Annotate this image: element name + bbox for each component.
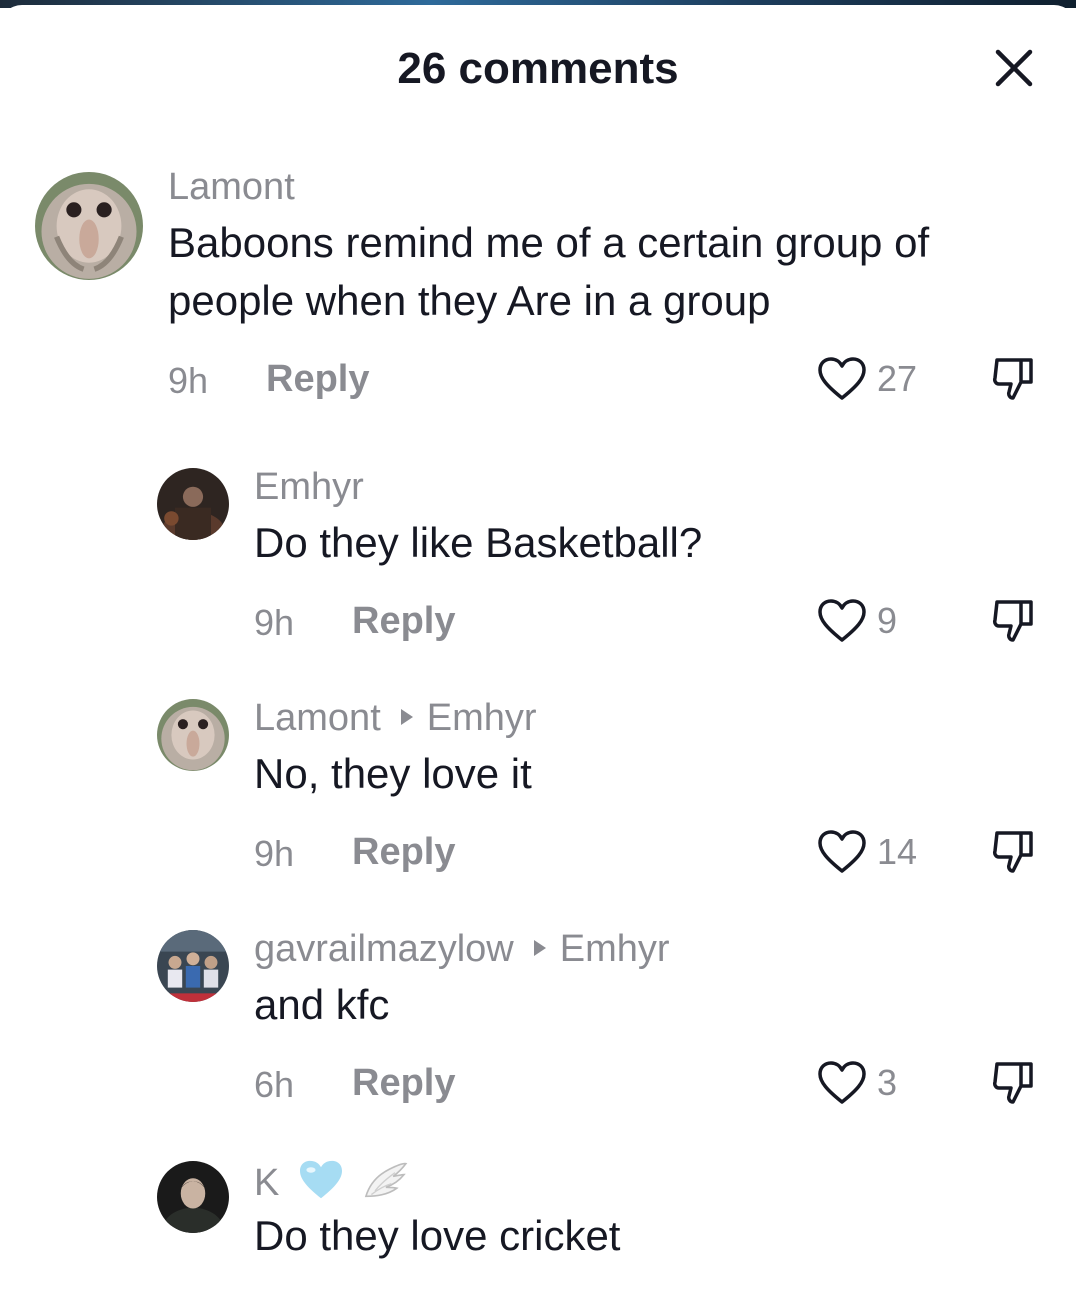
baboon-avatar-icon (157, 699, 229, 771)
comment-username[interactable]: Lamont Emhyr (254, 697, 537, 740)
comment-text: No, they love it (254, 750, 532, 797)
close-button[interactable] (988, 42, 1040, 94)
username-text: K (254, 1162, 280, 1205)
user-avatar[interactable] (157, 699, 229, 771)
heart-like-icon[interactable] (817, 1060, 867, 1106)
username-text: Lamont (254, 697, 381, 739)
reply-arrow-icon (533, 939, 546, 956)
user-avatar[interactable] (35, 172, 143, 280)
dislike-icon[interactable] (991, 828, 1037, 876)
comments-sheet (0, 5, 1076, 1291)
reply-arrow-icon (400, 708, 413, 725)
comment-username[interactable]: gavrailmazylow Emhyr (254, 928, 670, 971)
reply-button[interactable]: Reply (352, 831, 455, 874)
comment-time: 9h (168, 360, 209, 401)
comment-username[interactable]: Lamont (168, 166, 295, 209)
comment-time: 6h (254, 1064, 295, 1105)
comment-text: Do they like Basketball? (254, 519, 703, 566)
reply-button[interactable]: Reply (352, 1062, 455, 1105)
dislike-icon[interactable] (991, 597, 1037, 645)
like-count: 9 (877, 600, 898, 641)
heart-like-icon[interactable] (817, 598, 867, 644)
comment-username[interactable]: K (254, 1159, 408, 1211)
reply-to-username: Emhyr (426, 697, 537, 739)
crowd-avatar-icon (157, 930, 229, 1002)
dislike-icon[interactable] (991, 355, 1037, 403)
like-count: 27 (877, 358, 918, 399)
reply-to-username: Emhyr (559, 928, 670, 970)
comment-username[interactable]: Emhyr (254, 466, 364, 509)
baboon-avatar-icon (35, 172, 143, 280)
username-text: Lamont (168, 166, 295, 208)
angel-wings-icon (362, 1160, 408, 1210)
user-avatar[interactable] (157, 1161, 229, 1233)
heart-like-icon[interactable] (817, 829, 867, 875)
like-count: 3 (877, 1062, 898, 1103)
reply-button[interactable]: Reply (266, 358, 369, 401)
reply-button[interactable]: Reply (352, 600, 455, 643)
comment-text: Do they love cricket (254, 1212, 621, 1259)
user-avatar[interactable] (157, 930, 229, 1002)
username-text: Emhyr (254, 466, 364, 508)
dark-figure-avatar-icon (157, 468, 229, 540)
comment-text: Baboons remind me of a certain group of … (168, 219, 930, 324)
comments-count-title: 26 comments (397, 44, 679, 93)
heart-like-icon[interactable] (817, 356, 867, 402)
username-text: gavrailmazylow (254, 928, 514, 970)
comment-time: 9h (254, 833, 295, 874)
dislike-icon[interactable] (991, 1059, 1037, 1107)
comment-text: and kfc (254, 981, 390, 1028)
close-icon (995, 49, 1033, 87)
light-blue-heart-icon (298, 1159, 344, 1211)
man-portrait-avatar-icon (157, 1161, 229, 1233)
comment-time: 9h (254, 602, 295, 643)
user-avatar[interactable] (157, 468, 229, 540)
like-count: 14 (877, 831, 918, 872)
